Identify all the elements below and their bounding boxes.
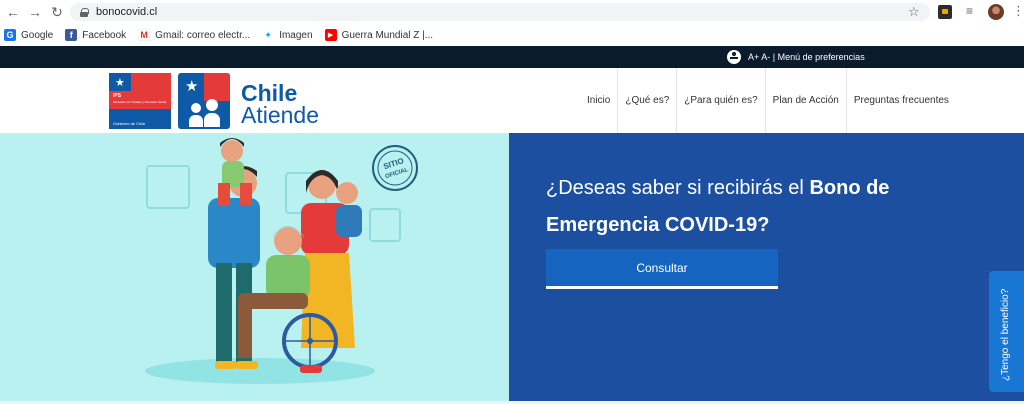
url-text: bonocovid.cl xyxy=(96,6,158,18)
nav-preguntas-frecuentes[interactable]: Preguntas frecuentes xyxy=(845,68,956,133)
family-illustration xyxy=(145,138,401,384)
extension-icon[interactable] xyxy=(938,5,952,19)
bookmark-star-icon[interactable]: ☆ xyxy=(908,4,920,20)
bookmark-imagen[interactable]: ✦ Imagen xyxy=(262,29,313,41)
star-icon: ★ xyxy=(115,77,125,89)
browser-toolbar: ← → ↻ bonocovid.cl ☆ ≡ ⋮ xyxy=(0,0,1024,24)
google-icon: G xyxy=(4,29,16,41)
nav-inicio[interactable]: Inicio xyxy=(580,68,617,133)
hero-title: ¿Deseas saber si recibirás el Bono de Em… xyxy=(546,177,890,236)
back-icon[interactable]: ← xyxy=(2,1,24,23)
star-icon: ★ xyxy=(185,78,199,95)
nav-que-es[interactable]: ¿Qué es? xyxy=(617,68,676,133)
twitter-icon: ✦ xyxy=(262,29,275,41)
bookmark-facebook[interactable]: f Facebook xyxy=(65,29,126,41)
menu-kebab-icon[interactable]: ⋮ xyxy=(1012,3,1024,19)
ips-logo[interactable]: ★ IPS Ministerio del Trabajo y Previsión… xyxy=(109,73,171,129)
forward-icon[interactable]: → xyxy=(24,1,46,23)
side-tab-label: ¿Tengo el beneficio? xyxy=(1000,288,1011,381)
bookmark-google[interactable]: G Google xyxy=(4,29,53,41)
chileatiende-logo-icon[interactable]: ★ xyxy=(178,73,230,129)
official-site-seal: SITIO OFICIAL xyxy=(370,143,420,193)
hero-illustration xyxy=(0,133,509,401)
accessibility-text[interactable]: A+ A- | Menú de preferencias xyxy=(748,52,865,62)
bookmarks-bar: G Google f Facebook M Gmail: correo elec… xyxy=(0,24,1024,46)
brand-name[interactable]: Chile Atiende xyxy=(241,82,319,127)
reload-icon[interactable]: ↻ xyxy=(46,1,68,23)
lock-icon xyxy=(80,7,89,17)
family-icon xyxy=(188,99,222,127)
site-header: ★ IPS Ministerio del Trabajo y Previsión… xyxy=(0,68,1024,133)
tengo-el-beneficio-tab[interactable]: ¿Tengo el beneficio? xyxy=(989,271,1024,392)
media-queue-icon[interactable]: ≡ xyxy=(966,4,973,18)
address-bar[interactable]: bonocovid.cl xyxy=(70,3,930,21)
bookmark-guerra-mundial[interactable]: ▶ Guerra Mundial Z |... xyxy=(324,29,433,41)
profile-avatar[interactable] xyxy=(988,4,1004,20)
youtube-icon: ▶ xyxy=(324,29,337,41)
accessibility-bar: A+ A- | Menú de preferencias xyxy=(0,46,1024,68)
gmail-icon: M xyxy=(138,29,151,41)
nav-para-quien-es[interactable]: ¿Para quién es? xyxy=(676,68,764,133)
facebook-icon: f xyxy=(65,29,78,41)
main-nav: Inicio ¿Qué es? ¿Para quién es? Plan de … xyxy=(580,68,956,133)
accessibility-icon[interactable] xyxy=(727,50,741,64)
seal-badge-icon: SITIO OFICIAL xyxy=(372,145,418,191)
bookmark-gmail[interactable]: M Gmail: correo electr... xyxy=(138,29,250,41)
nav-plan-de-accion[interactable]: Plan de Acción xyxy=(764,68,846,133)
consultar-button[interactable]: Consultar xyxy=(546,249,778,289)
